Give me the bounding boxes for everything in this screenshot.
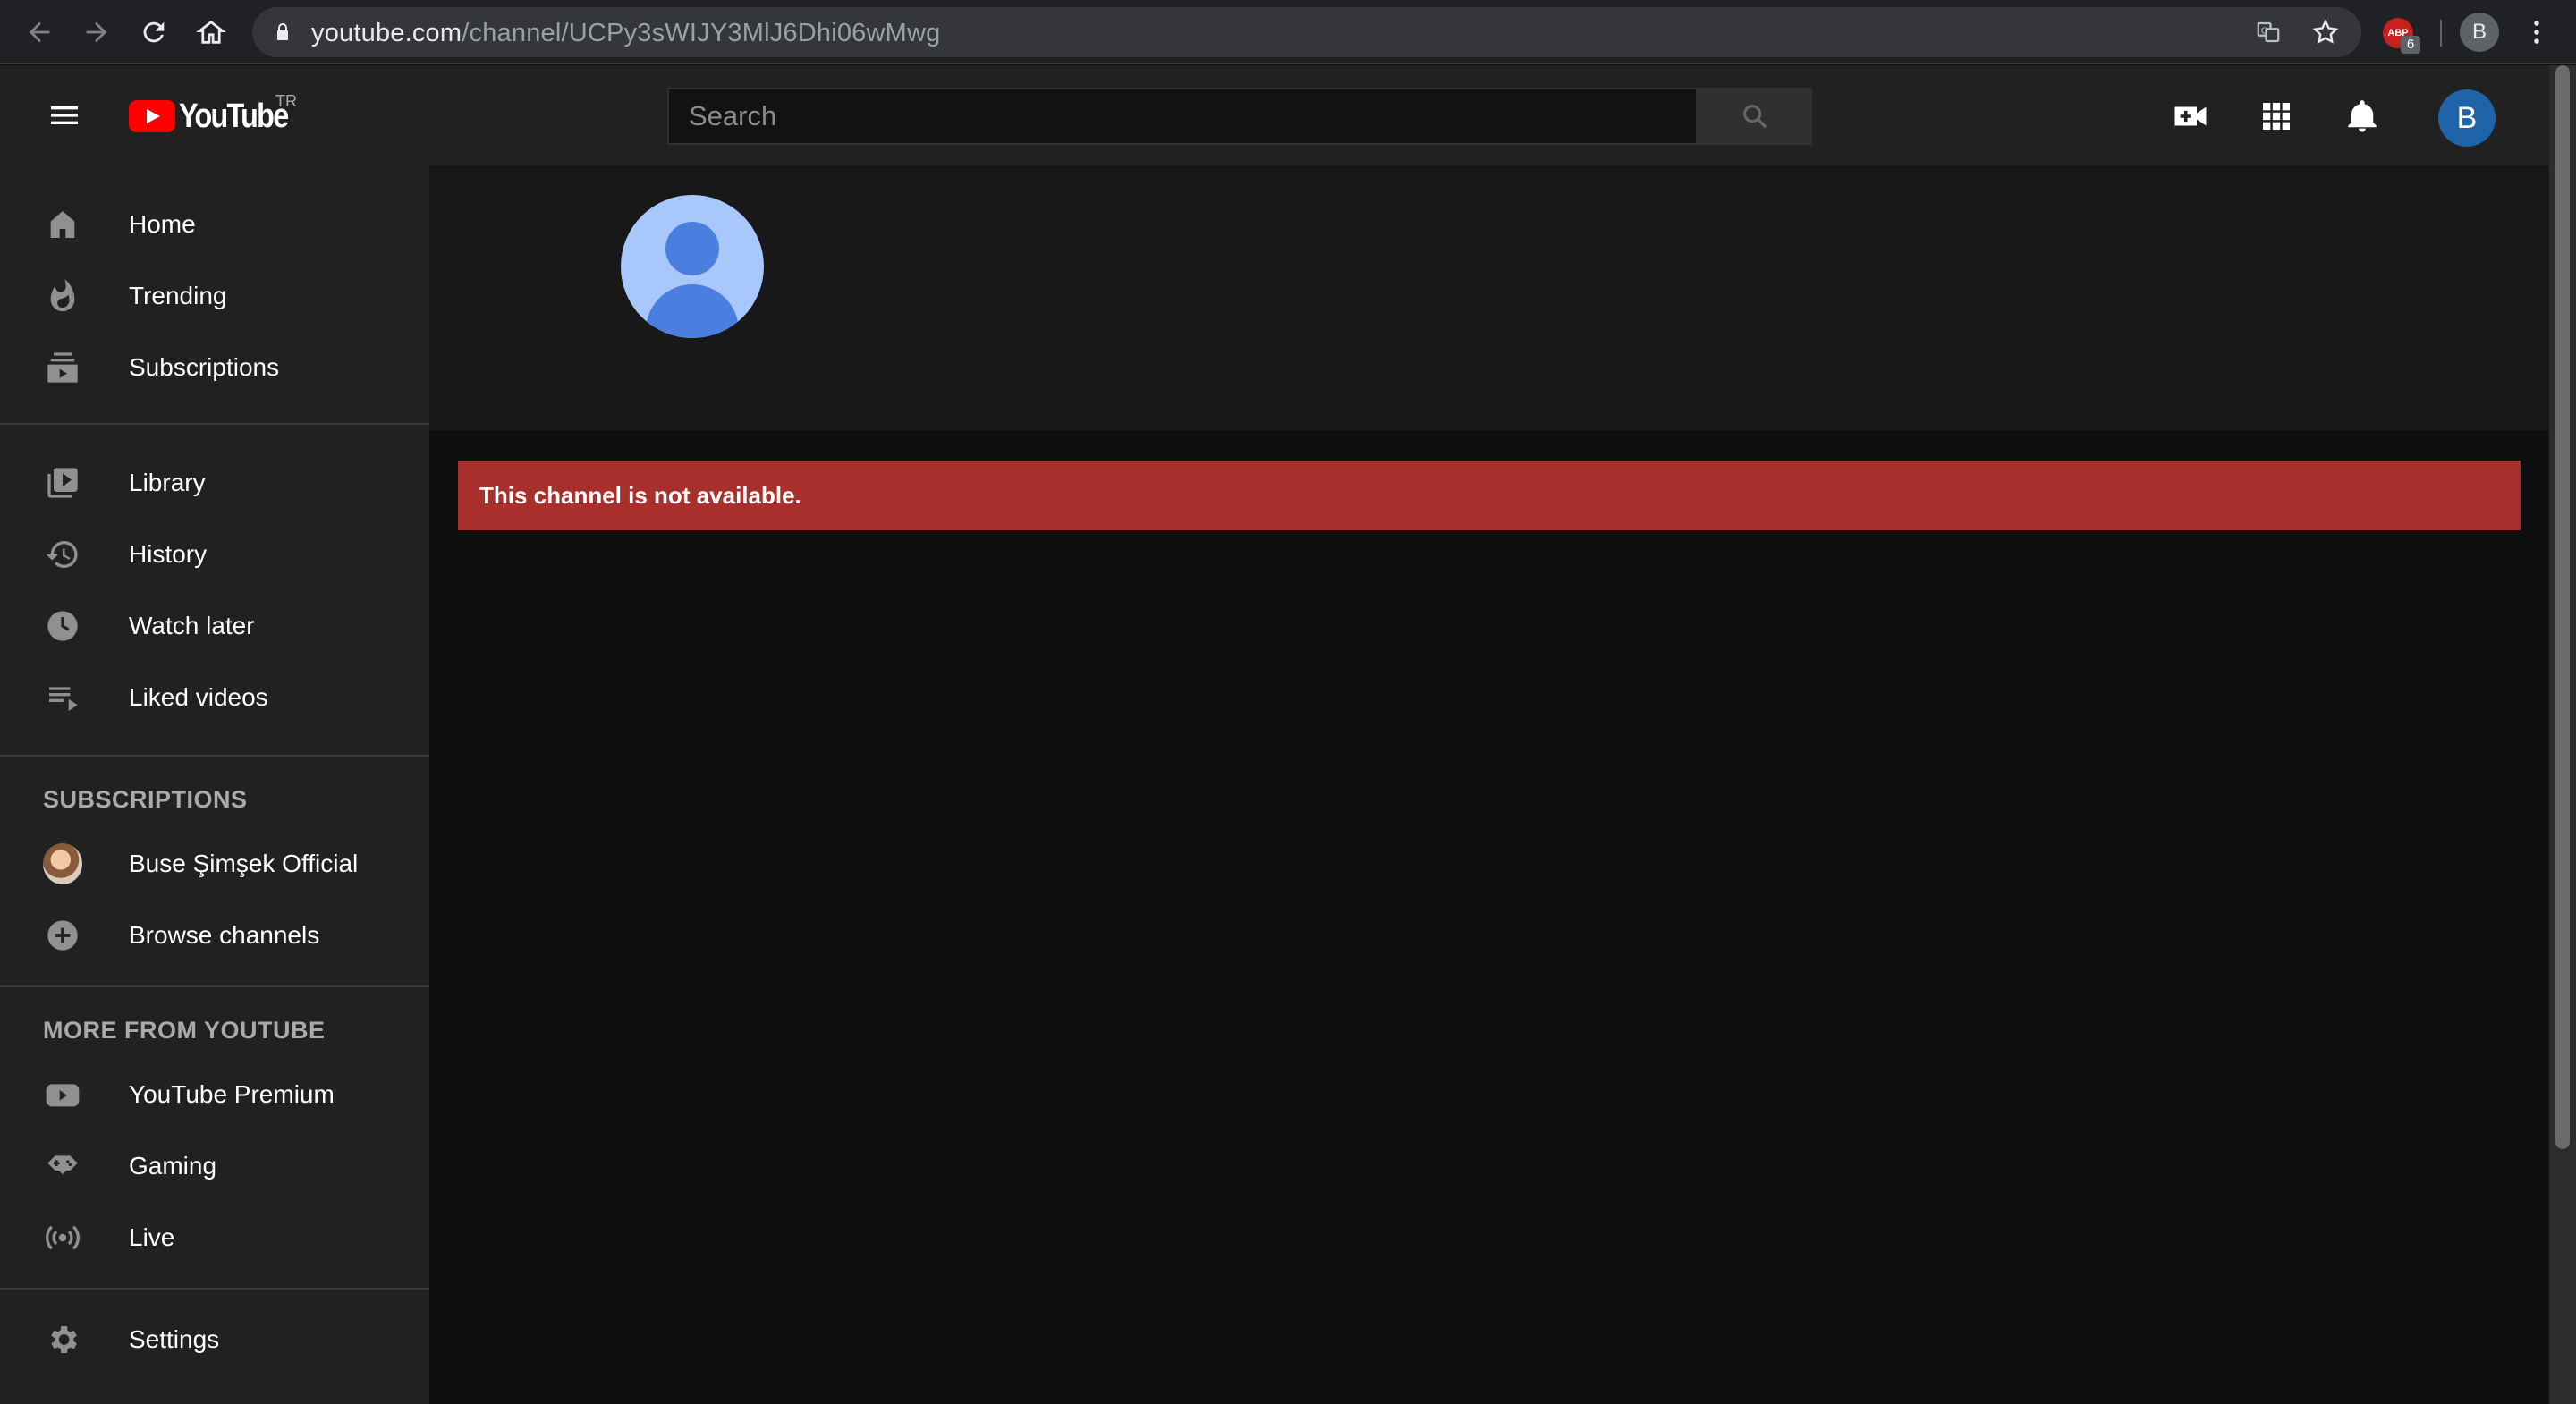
- apps-grid-icon: [2263, 103, 2290, 130]
- translate-icon: G: [2257, 21, 2280, 43]
- channel-unavailable-alert: This channel is not available.: [458, 461, 2521, 530]
- reload-icon: [143, 21, 165, 43]
- browser-toolbar: youtube.com/channel/UCPy3sWIJY3MlJ6Dhi06…: [0, 0, 2576, 64]
- sidebar-divider: [0, 423, 429, 425]
- sidebar-item-label: Buse Şimşek Official: [129, 850, 359, 877]
- sidebar-item-label: Browse channels: [129, 921, 320, 949]
- sidebar-item-label: Settings: [129, 1325, 220, 1353]
- sidebar-item-history[interactable]: History: [0, 519, 429, 590]
- sidebar-item-label: Watch later: [129, 612, 255, 639]
- live-icon: [43, 1218, 82, 1257]
- library-icon: [43, 463, 82, 503]
- channel-header: [429, 165, 2549, 430]
- add-circle-icon: [43, 916, 82, 955]
- youtube-masthead: YouTube TR B: [0, 65, 2549, 165]
- page-scrollbar[interactable]: [2549, 65, 2576, 1404]
- youtube-icon: [43, 1075, 82, 1114]
- extension-badge: 6: [2401, 36, 2420, 54]
- sidebar-item-trending[interactable]: Trending: [0, 260, 429, 332]
- sidebar-item-label: Subscriptions: [129, 353, 280, 381]
- sidebar-divider: [0, 1288, 429, 1290]
- search-input[interactable]: [667, 88, 1698, 145]
- translate-button[interactable]: G: [2252, 16, 2284, 48]
- toolbar-divider: [2440, 20, 2442, 47]
- logo-text: YouTube: [179, 97, 289, 135]
- channel-avatar: [43, 843, 82, 884]
- gear-icon: [43, 1320, 82, 1359]
- sidebar-item-label: Live: [129, 1223, 175, 1251]
- subscriptions-icon: [43, 348, 82, 387]
- house-icon: [196, 20, 226, 44]
- search-button[interactable]: [1698, 88, 1812, 145]
- guide-sidebar: Home Trending Subscriptions Library Hist…: [0, 165, 429, 1404]
- sidebar-item-subscription-channel[interactable]: Buse Şimşek Official: [0, 828, 429, 900]
- star-icon: [2312, 19, 2339, 44]
- channel-page: This channel is not available.: [429, 165, 2549, 1404]
- youtube-logo[interactable]: YouTube TR: [129, 92, 307, 135]
- browser-profile-button[interactable]: B: [2460, 13, 2499, 52]
- gamepad-icon: [43, 1146, 82, 1186]
- sidebar-item-label: Library: [129, 469, 206, 496]
- create-video-button[interactable]: [2168, 94, 2213, 139]
- sidebar-item-library[interactable]: Library: [0, 447, 429, 519]
- fire-icon: [43, 276, 82, 316]
- region-code: TR: [275, 92, 297, 110]
- guide-menu-button[interactable]: [39, 96, 89, 135]
- sidebar-item-label: Liked videos: [129, 683, 268, 711]
- browser-menu-button[interactable]: [2521, 13, 2553, 52]
- reload-button[interactable]: [134, 13, 174, 52]
- back-button[interactable]: [20, 13, 59, 52]
- arrow-right-icon: [86, 21, 107, 43]
- sidebar-divider: [0, 985, 429, 987]
- sidebar-item-youtube-premium[interactable]: YouTube Premium: [0, 1059, 429, 1130]
- notifications-button[interactable]: [2340, 94, 2385, 139]
- account-avatar-button[interactable]: B: [2438, 89, 2496, 147]
- sidebar-item-gaming[interactable]: Gaming: [0, 1130, 429, 1202]
- apps-button[interactable]: [2254, 94, 2299, 139]
- subscriptions-heading: SUBSCRIPTIONS: [43, 786, 248, 813]
- svg-text:G: G: [2261, 26, 2268, 36]
- playlist-icon: [43, 678, 82, 717]
- more-from-youtube-heading: MORE FROM YOUTUBE: [43, 1017, 326, 1044]
- sidebar-item-label: History: [129, 540, 208, 568]
- sidebar-item-live[interactable]: Live: [0, 1202, 429, 1273]
- default-profile-avatar: [621, 195, 764, 338]
- home-page-button[interactable]: [191, 13, 231, 52]
- youtube-play-icon: [129, 100, 175, 132]
- sidebar-item-home[interactable]: Home: [0, 189, 429, 260]
- address-url: youtube.com/channel/UCPy3sWIJY3MlJ6Dhi06…: [311, 19, 940, 48]
- search-box: [667, 88, 1812, 145]
- sidebar-item-liked-videos[interactable]: Liked videos: [0, 662, 429, 733]
- bell-icon: [2348, 100, 2377, 132]
- bookmark-button[interactable]: [2309, 16, 2342, 48]
- lock-icon: [277, 23, 288, 40]
- history-icon: [43, 535, 82, 574]
- sidebar-item-settings[interactable]: Settings: [0, 1304, 429, 1375]
- alert-message: This channel is not available.: [479, 481, 801, 509]
- clock-icon: [43, 606, 82, 646]
- sidebar-item-label: Gaming: [129, 1152, 217, 1180]
- kebab-menu-icon: [2534, 21, 2539, 44]
- sidebar-item-browse-channels[interactable]: Browse channels: [0, 900, 429, 971]
- url-host: youtube.com: [311, 19, 462, 47]
- sidebar-item-subscriptions[interactable]: Subscriptions: [0, 332, 429, 403]
- search-icon: [1743, 105, 1767, 129]
- home-icon: [43, 205, 82, 244]
- sidebar-item-watch-later[interactable]: Watch later: [0, 590, 429, 662]
- sidebar-divider: [0, 755, 429, 757]
- forward-button[interactable]: [77, 13, 116, 52]
- url-path: /channel/UCPy3sWIJY3MlJ6Dhi06wMwg: [462, 19, 941, 47]
- arrow-left-icon: [29, 21, 50, 43]
- address-bar[interactable]: youtube.com/channel/UCPy3sWIJY3MlJ6Dhi06…: [252, 7, 2361, 57]
- sidebar-item-label: Home: [129, 210, 196, 238]
- sidebar-item-label: Trending: [129, 282, 227, 309]
- sidebar-item-label: YouTube Premium: [129, 1080, 335, 1108]
- video-camera-add-icon: [2174, 106, 2207, 126]
- hamburger-icon: [51, 106, 78, 124]
- scrollbar-thumb[interactable]: [2555, 65, 2570, 1149]
